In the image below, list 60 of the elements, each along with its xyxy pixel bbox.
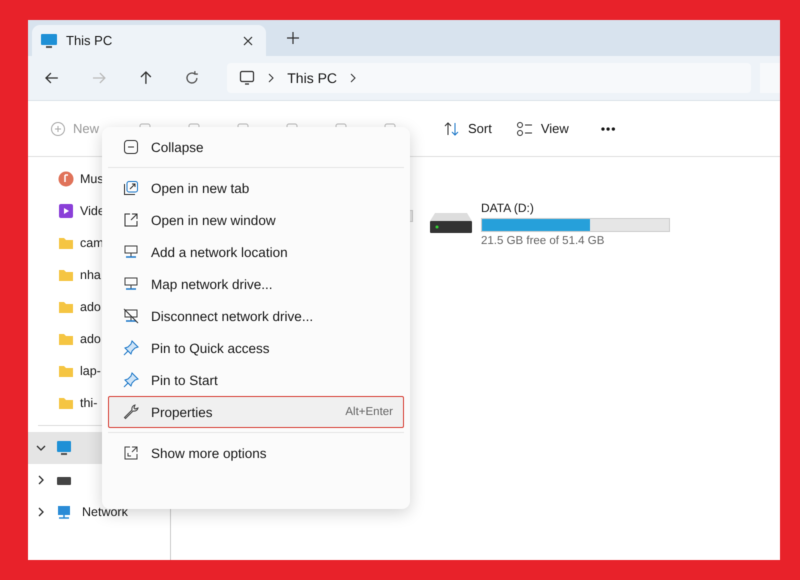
- drive-tile[interactable]: DATA (D:) 21.5 GB free of 51.4 GB: [429, 203, 670, 560]
- menu-item[interactable]: Pin to Start: [108, 364, 404, 396]
- list-view-icon: [516, 120, 534, 136]
- drive-name: DATA (D:): [481, 201, 535, 215]
- breadcrumb[interactable]: This PC: [287, 70, 338, 86]
- folder-icon: [58, 236, 74, 250]
- more-options-icon: [123, 445, 139, 461]
- chevron-right-icon: [267, 73, 276, 83]
- menu-item[interactable]: Disconnect network drive...: [108, 300, 404, 332]
- menu-item[interactable]: Open in new tab: [108, 172, 404, 204]
- music-note-icon: [58, 171, 74, 187]
- pin-icon: [123, 340, 139, 356]
- close-icon[interactable]: [242, 34, 254, 46]
- collapse-icon: [123, 139, 139, 155]
- folder-icon: [58, 396, 74, 410]
- folder-icon: [58, 364, 74, 378]
- video-icon: [58, 203, 74, 219]
- refresh-icon[interactable]: [184, 70, 200, 86]
- monitor-icon: [40, 32, 58, 48]
- monitor-icon: [56, 440, 72, 456]
- sort-button[interactable]: Sort: [437, 116, 498, 140]
- menu-item[interactable]: Add a network location: [108, 236, 404, 268]
- disconnect-drive-icon: [123, 308, 139, 324]
- network-icon: [56, 504, 72, 520]
- monitor-icon: [239, 70, 256, 86]
- network-drive-icon: [123, 276, 139, 292]
- shortcut-text: Alt+Enter: [345, 406, 393, 418]
- chevron-right-icon[interactable]: [349, 73, 358, 83]
- menu-item[interactable]: Collapse: [108, 131, 404, 163]
- new-tab-icon[interactable]: [286, 31, 300, 45]
- free-space-text: 21.5 GB free of 51.4 GB: [481, 235, 606, 247]
- search-field[interactable]: [760, 63, 780, 93]
- chevron-down-icon[interactable]: [36, 443, 46, 453]
- tab-title: This PC: [66, 33, 114, 48]
- new-window-icon: [123, 212, 139, 228]
- back-arrow-icon[interactable]: [44, 70, 60, 86]
- folder-icon: [58, 332, 74, 346]
- plus-circle-icon: [50, 120, 66, 136]
- menu-item[interactable]: Pin to Quick access: [108, 332, 404, 364]
- folder-icon: [58, 300, 74, 314]
- pin-icon: [123, 372, 139, 388]
- menu-item[interactable]: Open in new window: [108, 204, 404, 236]
- more-options-button[interactable]: •••: [600, 122, 616, 136]
- menu-item[interactable]: Map network drive...: [108, 268, 404, 300]
- tree-item[interactable]: Network: [28, 496, 170, 528]
- new-tab-icon: [123, 180, 139, 196]
- drive-icon: [56, 474, 72, 486]
- wrench-icon: [123, 404, 139, 420]
- hard-drive-icon: [429, 211, 473, 235]
- menu-item[interactable]: Properties Alt+Enter: [108, 396, 404, 428]
- window-tab[interactable]: This PC: [32, 25, 266, 56]
- up-arrow-icon[interactable]: [138, 70, 154, 86]
- sort-arrows-icon: [443, 120, 462, 136]
- menu-item[interactable]: Show more options: [108, 437, 404, 469]
- view-button[interactable]: View: [510, 116, 575, 140]
- folder-icon: [58, 268, 74, 282]
- chevron-right-icon[interactable]: [36, 475, 46, 485]
- chevron-right-icon[interactable]: [36, 507, 46, 517]
- address-bar[interactable]: This PC: [227, 63, 752, 93]
- network-drive-icon: [123, 244, 139, 260]
